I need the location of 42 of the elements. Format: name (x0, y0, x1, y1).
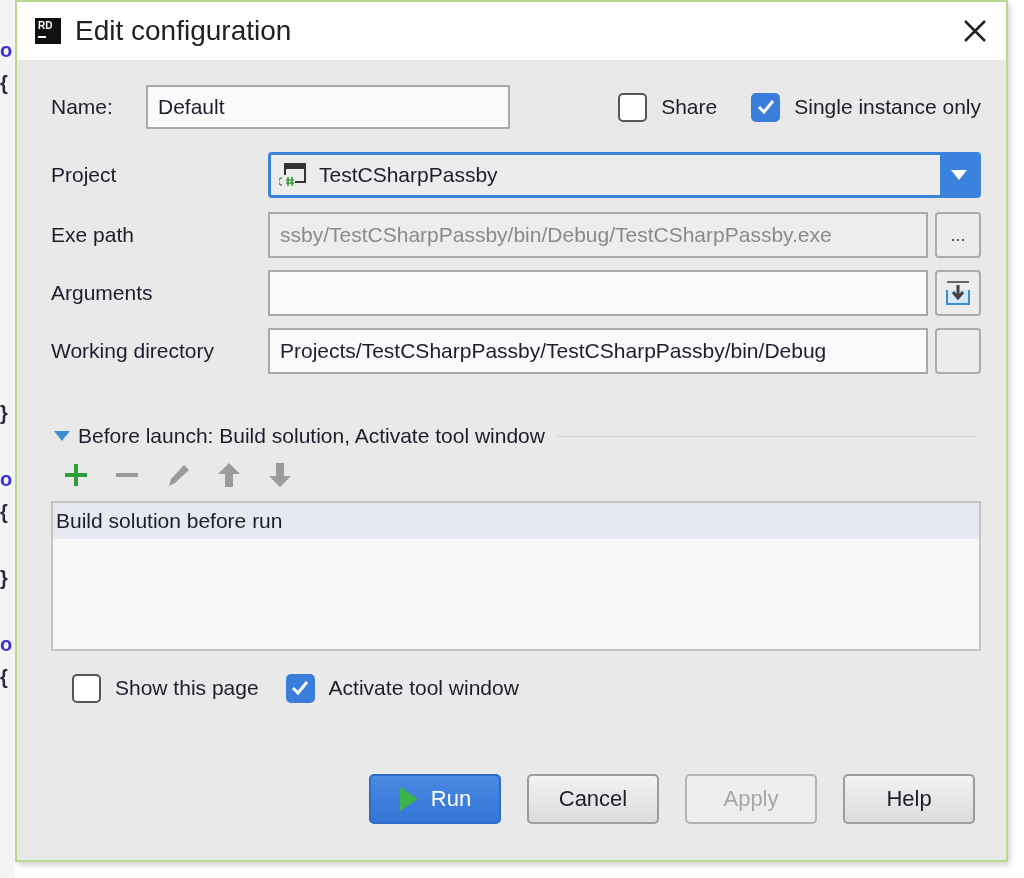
dialog-button[interactable]: Cancel (527, 774, 659, 824)
text-field[interactable] (268, 270, 928, 316)
dropdown-arrow-icon (950, 169, 968, 181)
download-box-icon (944, 279, 972, 307)
checkbox-label: Single instance only (794, 95, 981, 119)
project-icon (279, 162, 307, 188)
code-fragment: o (0, 467, 13, 491)
checkbox-label: Show this page (115, 676, 259, 700)
code-fragment: { (0, 665, 8, 689)
checkbox[interactable] (751, 92, 781, 122)
dialog-button[interactable]: Help (843, 774, 975, 824)
code-fragment: } (0, 401, 8, 425)
app-logo: RD (35, 18, 61, 44)
code-fragment: o (0, 632, 13, 656)
field-label: Exe path (51, 223, 135, 247)
code-fragment: { (0, 71, 8, 95)
field-label: Project (51, 163, 118, 187)
close-icon[interactable] (962, 18, 988, 44)
checkmark-icon (291, 680, 310, 696)
field-label: Arguments (51, 281, 154, 305)
code-fragment: } (0, 566, 8, 590)
name-field[interactable]: Default (146, 85, 510, 129)
project-dropdown[interactable]: TestCSharpPassby (268, 152, 981, 198)
field-label: Working directory (51, 339, 215, 363)
text-field[interactable]: Projects/TestCSharpPassby/TestCSharpPassby/bin/Debug (268, 328, 928, 374)
browse-button[interactable] (935, 328, 981, 374)
name-label: Name: (51, 95, 114, 119)
checkbox-label: Activate tool window (328, 676, 519, 700)
window-title: Edit configuration (75, 15, 293, 47)
insert-macro-button[interactable] (935, 270, 981, 316)
dialog-button[interactable]: Run (369, 774, 501, 824)
task-item[interactable]: Build solution before run (53, 503, 979, 539)
expand-triangle-icon[interactable] (54, 431, 70, 441)
checkbox[interactable] (72, 673, 101, 703)
checkbox-label: Share (661, 95, 718, 119)
code-fragment: o (0, 38, 13, 62)
code-fragment: { (0, 500, 8, 524)
section-title: Before launch: Build solution, Activate tool window (78, 424, 545, 448)
play-icon (398, 786, 419, 812)
checkbox[interactable] (618, 92, 648, 122)
checkmark-icon (756, 99, 775, 115)
checkbox[interactable] (285, 673, 315, 703)
